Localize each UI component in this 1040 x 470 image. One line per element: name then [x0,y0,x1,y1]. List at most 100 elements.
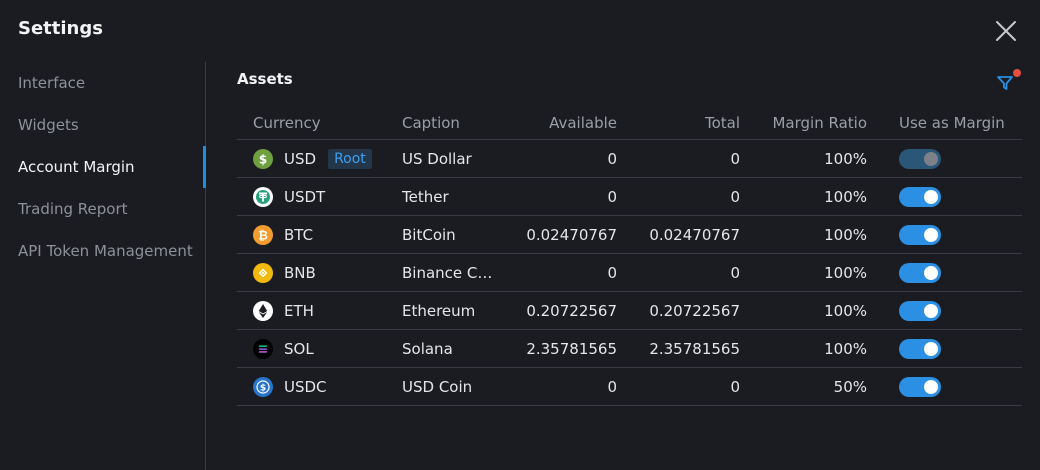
available-cell: 0.02470767 [526,225,617,244]
settings-sidebar: Interface Widgets Account Margin Trading… [0,62,206,470]
toggle-knob [924,379,938,394]
caption-cell: USD Coin [402,377,473,396]
table-row: ₿ BTC BitCoin 0.02470767 0.02470767 100% [237,216,1022,254]
sidebar-item-account-margin[interactable]: Account Margin [0,146,206,188]
sidebar-item-label: Account Margin [18,158,135,176]
currency-cell: ₿ BTC [237,224,402,245]
total-cell: 0.02470767 [649,225,740,244]
close-button[interactable] [994,19,1018,43]
available-cell: 0 [607,187,617,206]
toggle-knob [924,227,938,242]
sidebar-item-widgets[interactable]: Widgets [0,104,205,146]
sidebar-item-label: Widgets [18,116,79,134]
column-header-use-as-margin[interactable]: Use as Margin [867,114,1022,132]
use-as-margin-toggle[interactable] [899,338,941,359]
caption-cell: Binance C… [402,263,493,282]
svg-text:$: $ [260,383,266,393]
currency-cell: BNB [237,262,402,283]
use-as-margin-cell [867,148,1022,169]
use-as-margin-cell [867,262,1022,283]
sidebar-item-trading-report[interactable]: Trading Report [0,188,205,230]
use-as-margin-cell [867,224,1022,245]
margin-ratio-cell: 100% [824,339,867,358]
total-cell: 0.20722567 [649,301,740,320]
currency-code: USDT [284,187,326,206]
close-icon [996,21,1016,41]
sidebar-item-label: Interface [18,74,86,92]
sidebar-item-label: Trading Report [18,200,128,218]
toggle-knob [924,189,938,204]
usdt-coin-icon [253,186,273,207]
caption-cell: Solana [402,339,453,358]
use-as-margin-cell [867,300,1022,321]
eth-coin-icon [253,300,273,321]
table-header: Currency Caption Available Total Margin … [237,106,1022,140]
caption-cell: Tether [402,187,449,206]
dialog-title: Settings [18,18,103,39]
column-header-currency[interactable]: Currency [237,114,402,132]
currency-code: BNB [284,263,316,282]
margin-ratio-cell: 100% [824,301,867,320]
caption-cell: Ethereum [402,301,476,320]
column-header-margin-ratio[interactable]: Margin Ratio [740,114,867,132]
margin-ratio-cell: 100% [824,263,867,282]
use-as-margin-toggle[interactable] [899,376,941,397]
currency-cell: ETH [237,300,402,321]
sol-coin-icon [253,338,273,359]
table-row: USDT Tether 0 0 100% [237,178,1022,216]
section-title: Assets [237,70,293,88]
margin-ratio-cell: 100% [824,187,867,206]
caption-cell: US Dollar [402,149,472,168]
svg-text:₿: ₿ [258,228,268,242]
margin-ratio-cell: 100% [824,225,867,244]
use-as-margin-toggle[interactable] [899,186,941,207]
currency-code: ETH [284,301,314,320]
usd-coin-icon: $ [253,148,273,169]
column-header-total[interactable]: Total [617,114,740,132]
use-as-margin-cell [867,186,1022,207]
table-row: BNB Binance C… 0 0 100% [237,254,1022,292]
use-as-margin-cell [867,376,1022,397]
total-cell: 0 [730,149,740,168]
toggle-knob [924,341,938,356]
total-cell: 0 [730,187,740,206]
currency-cell: $ USD Root [237,148,402,169]
total-cell: 0 [730,263,740,282]
filter-button[interactable] [995,69,1021,93]
currency-cell: $ USDC [237,376,402,397]
svg-text:$: $ [259,152,267,166]
usdc-coin-icon: $ [253,376,273,397]
use-as-margin-toggle[interactable] [899,148,941,169]
notification-dot [1013,69,1021,77]
toggle-knob [924,265,938,280]
sidebar-item-interface[interactable]: Interface [0,62,205,104]
total-cell: 2.35781565 [649,339,740,358]
root-badge: Root [328,148,372,169]
use-as-margin-toggle[interactable] [899,224,941,245]
column-header-caption[interactable]: Caption [402,114,507,132]
sidebar-item-label: API Token Management [18,242,193,260]
column-header-available[interactable]: Available [507,114,617,132]
sidebar-item-api-token-management[interactable]: API Token Management [0,230,205,272]
margin-ratio-cell: 100% [824,149,867,168]
table-row: $ USD Root US Dollar 0 0 100% [237,140,1022,178]
table-row: SOL Solana 2.35781565 2.35781565 100% [237,330,1022,368]
margin-ratio-cell: 50% [833,377,867,396]
currency-cell: SOL [237,338,402,359]
available-cell: 0 [607,377,617,396]
table-row: ETH Ethereum 0.20722567 0.20722567 100% [237,292,1022,330]
available-cell: 0 [607,263,617,282]
available-cell: 0.20722567 [526,301,617,320]
available-cell: 2.35781565 [526,339,617,358]
total-cell: 0 [730,377,740,396]
use-as-margin-cell [867,338,1022,359]
use-as-margin-toggle[interactable] [899,300,941,321]
toggle-knob [924,151,938,166]
assets-table: Currency Caption Available Total Margin … [237,106,1022,406]
bnb-coin-icon [253,262,273,283]
currency-code: USD [284,149,317,168]
use-as-margin-toggle[interactable] [899,262,941,283]
caption-cell: BitCoin [402,225,456,244]
currency-code: SOL [284,339,314,358]
currency-code: BTC [284,225,314,244]
